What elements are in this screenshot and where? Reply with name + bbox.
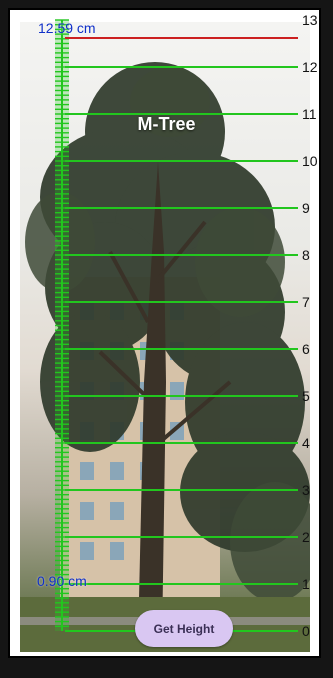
scale-label-12: 12 [302,59,318,75]
scale-label-4: 4 [302,435,310,451]
scale-label-13: 13 [302,12,318,28]
scale-label-6: 6 [302,341,310,357]
scale-label-7: 7 [302,294,310,310]
scale-label-5: 5 [302,388,310,404]
get-height-button[interactable]: Get Height [135,610,233,647]
measuring-ruler [55,19,298,632]
top-height-reading: 12.59 cm [38,20,96,36]
scale-label-1: 1 [302,576,310,592]
bottom-height-reading: 0.90 cm [37,573,87,589]
scale-label-8: 8 [302,247,310,263]
phone-screen: M-Tree 0 1 2 3 4 5 6 7 8 9 10 11 12 13 12.59 cm 0.90 … [0,0,333,678]
scale-label-10: 10 [302,153,318,169]
scale-label-2: 2 [302,529,310,545]
scale-label-11: 11 [302,106,317,122]
camera-view-frame: M-Tree 0 1 2 3 4 5 6 7 8 9 10 11 12 13 12.59 cm 0.90 … [8,8,321,658]
scale-label-3: 3 [302,482,310,498]
scale-label-9: 9 [302,200,310,216]
scale-label-0: 0 [302,623,310,639]
